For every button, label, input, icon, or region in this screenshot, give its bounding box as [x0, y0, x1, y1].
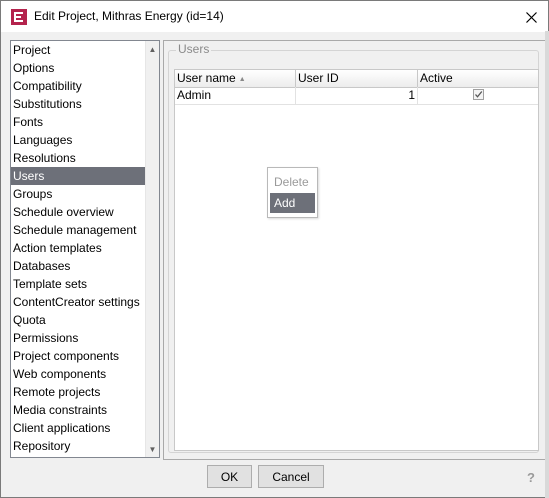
sidebar-item-remote-projects[interactable]: Remote projects — [11, 383, 145, 401]
cancel-button[interactable]: Cancel — [258, 465, 324, 488]
firstspirit-app-icon — [11, 9, 27, 25]
sidebar-item-databases[interactable]: Databases — [11, 257, 145, 275]
column-header-active[interactable]: Active — [418, 70, 538, 87]
sidebar-item-options[interactable]: Options — [11, 59, 145, 77]
table-row[interactable]: Admin 1 — [175, 87, 538, 105]
sidebar-item-languages[interactable]: Languages — [11, 131, 145, 149]
column-label: User name — [177, 71, 236, 85]
context-menu-delete[interactable]: Delete — [270, 172, 315, 192]
window-title: Edit Project, Mithras Energy (id=14) — [34, 9, 224, 23]
context-menu-add[interactable]: Add — [270, 193, 315, 213]
close-icon — [525, 11, 537, 23]
active-checkbox[interactable] — [473, 89, 484, 100]
column-header-user-name[interactable]: User name ▲ — [175, 70, 296, 87]
sort-ascending-icon: ▲ — [238, 76, 246, 83]
sidebar-item-web-components[interactable]: Web components — [11, 365, 145, 383]
close-button[interactable] — [514, 3, 548, 31]
sidebar-item-project-components[interactable]: Project components — [11, 347, 145, 365]
sidebar-item-permissions[interactable]: Permissions — [11, 329, 145, 347]
users-table[interactable]: User name ▲ User ID Active Admin 1 — [174, 69, 539, 451]
sidebar-item-project[interactable]: Project — [11, 41, 145, 59]
sidebar-item-compatibility[interactable]: Compatibility — [11, 77, 145, 95]
title-bar: Edit Project, Mithras Energy (id=14) — [1, 1, 548, 32]
sidebar-item-users[interactable]: Users — [11, 167, 145, 185]
column-label: Active — [420, 71, 453, 85]
settings-category-list: Project Options Compatibility Substitutions… — [10, 40, 160, 458]
checkmark-icon — [475, 91, 483, 98]
users-group-title: Users — [176, 42, 212, 56]
scrollbar-track[interactable] — [147, 56, 158, 441]
sidebar-item-client-applications[interactable]: Client applications — [11, 419, 145, 437]
users-group-box: Users User name ▲ User ID Active Admin 1 — [168, 42, 539, 453]
sidebar-item-contentcreator-settings[interactable]: ContentCreator settings — [11, 293, 145, 311]
sidebar-item-fonts[interactable]: Fonts — [11, 113, 145, 131]
help-icon[interactable]: ? — [522, 468, 540, 486]
vertical-scrollbar[interactable]: ▲ ▼ — [145, 41, 159, 457]
cell-user-name: Admin — [175, 87, 296, 104]
sidebar-item-quota[interactable]: Quota — [11, 311, 145, 329]
scroll-up-arrow-icon[interactable]: ▲ — [146, 42, 159, 56]
table-header: User name ▲ User ID Active — [175, 70, 538, 88]
column-header-user-id[interactable]: User ID — [296, 70, 418, 87]
category-list: Project Options Compatibility Substitutions… — [11, 41, 145, 457]
scroll-down-arrow-icon[interactable]: ▼ — [146, 442, 159, 456]
sidebar-item-groups[interactable]: Groups — [11, 185, 145, 203]
ok-button[interactable]: OK — [207, 465, 252, 488]
sidebar-item-media-constraints[interactable]: Media constraints — [11, 401, 145, 419]
column-label: User ID — [298, 71, 339, 85]
edit-project-dialog: Edit Project, Mithras Energy (id=14) Pro… — [0, 0, 549, 498]
sidebar-item-resolutions[interactable]: Resolutions — [11, 149, 145, 167]
context-menu: Delete Add — [267, 167, 318, 218]
sidebar-item-schedule-management[interactable]: Schedule management — [11, 221, 145, 239]
users-panel: Users User name ▲ User ID Active Admin 1 — [163, 40, 546, 460]
sidebar-item-substitutions[interactable]: Substitutions — [11, 95, 145, 113]
sidebar-item-template-sets[interactable]: Template sets — [11, 275, 145, 293]
sidebar-item-action-templates[interactable]: Action templates — [11, 239, 145, 257]
window-edge-divider — [545, 31, 549, 498]
cell-active — [418, 87, 538, 104]
sidebar-item-schedule-overview[interactable]: Schedule overview — [11, 203, 145, 221]
cell-user-id: 1 — [296, 87, 418, 104]
sidebar-item-repository[interactable]: Repository — [11, 437, 145, 455]
